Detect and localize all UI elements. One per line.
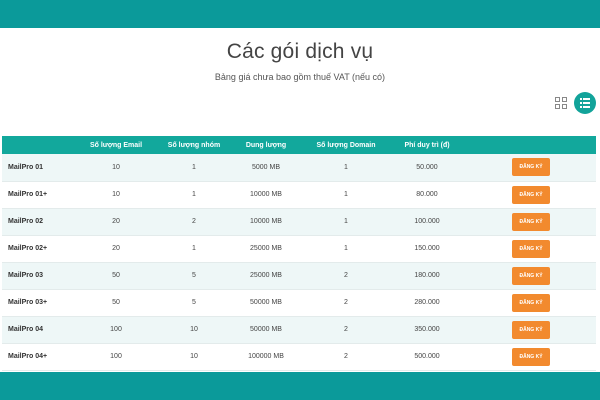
signup-button[interactable]: ĐĂNG KÝ [512, 266, 550, 285]
table-row: MailPro 02 20 2 10000 MB 1 100.000 ĐĂNG … [2, 208, 596, 235]
group-count: 1 [192, 191, 196, 198]
plan-name: MailPro 01 [8, 163, 44, 171]
domain-count: 2 [344, 299, 348, 306]
email-count: 10 [112, 191, 120, 198]
domain-count: 1 [344, 218, 348, 225]
table-row: MailPro 04 100 10 50000 MB 2 350.000 ĐĂN… [2, 316, 596, 343]
table-row: MailPro 03+ 50 5 50000 MB 2 280.000 ĐĂNG… [2, 289, 596, 316]
group-count: 2 [192, 218, 196, 225]
grid-view-icon[interactable] [554, 96, 568, 110]
email-count: 50 [112, 299, 120, 306]
signup-button[interactable]: ĐĂNG KÝ [512, 185, 550, 204]
pricing-table: Số lượng Email Số lượng nhóm Dung lượng … [2, 136, 596, 371]
maintenance-fee: 150.000 [414, 245, 440, 252]
view-toggle [554, 92, 596, 114]
maintenance-fee: 500.000 [414, 353, 440, 360]
group-count: 1 [192, 163, 196, 171]
storage: 50000 MB [250, 299, 282, 306]
group-count: 10 [190, 326, 198, 333]
group-count: 10 [190, 353, 198, 360]
plan-name: MailPro 03 [8, 272, 44, 279]
storage: 10000 MB [250, 218, 282, 225]
page-title: Các gói dịch vụ [226, 40, 374, 63]
column-header-groups: Số lượng nhóm [167, 141, 221, 149]
email-count: 100 [110, 353, 122, 360]
pricing-page: Các gói dịch vụ Bảng giá chưa bao gồm th… [0, 28, 600, 372]
domain-count: 2 [344, 326, 348, 333]
domain-count: 1 [344, 191, 348, 198]
column-header-action [466, 136, 596, 154]
storage: 50000 MB [250, 326, 282, 333]
maintenance-fee: 280.000 [414, 299, 440, 306]
group-count: 1 [192, 245, 196, 252]
plan-name: MailPro 02+ [8, 245, 48, 252]
storage: 10000 MB [250, 191, 282, 198]
plan-name: MailPro 01+ [8, 191, 48, 198]
maintenance-fee: 80.000 [416, 191, 438, 198]
email-count: 10 [112, 163, 120, 171]
table-header-row: Số lượng Email Số lượng nhóm Dung lượng … [2, 136, 596, 154]
storage: 100000 MB [248, 353, 284, 360]
email-count: 20 [112, 218, 120, 225]
domain-count: 2 [344, 353, 348, 360]
plan-name: MailPro 03+ [8, 299, 48, 306]
table-row: MailPro 02+ 20 1 25000 MB 1 150.000 ĐĂNG… [2, 235, 596, 262]
signup-button[interactable]: ĐĂNG KÝ [512, 239, 550, 258]
domain-count: 1 [344, 245, 348, 252]
storage: 25000 MB [250, 245, 282, 252]
email-count: 20 [112, 245, 120, 252]
column-header-fee: Phí duy trì (đ) [404, 141, 450, 149]
plan-name: MailPro 04 [8, 326, 44, 333]
email-count: 100 [110, 326, 122, 333]
signup-button[interactable]: ĐĂNG KÝ [512, 293, 550, 312]
signup-button[interactable]: ĐĂNG KÝ [512, 212, 550, 231]
maintenance-fee: 180.000 [414, 272, 440, 279]
table-row: MailPro 03 50 5 25000 MB 2 180.000 ĐĂNG … [2, 262, 596, 289]
table-row: MailPro 01 10 1 5000 MB 1 50.000 ĐĂNG KÝ [2, 154, 596, 181]
page-subtitle: Bảng giá chưa bao gồm thuế VAT (nếu có) [214, 72, 386, 82]
group-count: 5 [192, 299, 196, 306]
signup-button[interactable]: ĐĂNG KÝ [512, 320, 550, 339]
domain-count: 2 [344, 272, 348, 279]
column-header-name [2, 136, 72, 154]
table-row: MailPro 01+ 10 1 10000 MB 1 80.000 ĐĂNG … [2, 181, 596, 208]
storage: 25000 MB [250, 272, 282, 279]
plan-name: MailPro 04+ [8, 353, 48, 360]
table-row: MailPro 04+ 100 10 100000 MB 2 500.000 Đ… [2, 343, 596, 370]
maintenance-fee: 100.000 [414, 218, 440, 225]
list-view-icon[interactable] [574, 92, 596, 114]
maintenance-fee: 50.000 [416, 163, 438, 171]
email-count: 50 [112, 272, 120, 279]
domain-count: 1 [344, 163, 348, 171]
storage: 5000 MB [251, 163, 281, 171]
signup-button[interactable]: ĐĂNG KÝ [512, 158, 550, 177]
plan-name: MailPro 02 [8, 218, 44, 225]
column-header-storage: Dung lượng [245, 141, 287, 149]
signup-button[interactable]: ĐĂNG KÝ [512, 347, 550, 366]
column-header-email: Số lượng Email [89, 141, 143, 149]
maintenance-fee: 350.000 [414, 326, 440, 333]
column-header-domains: Số lượng Domain [316, 141, 376, 149]
group-count: 5 [192, 272, 196, 279]
